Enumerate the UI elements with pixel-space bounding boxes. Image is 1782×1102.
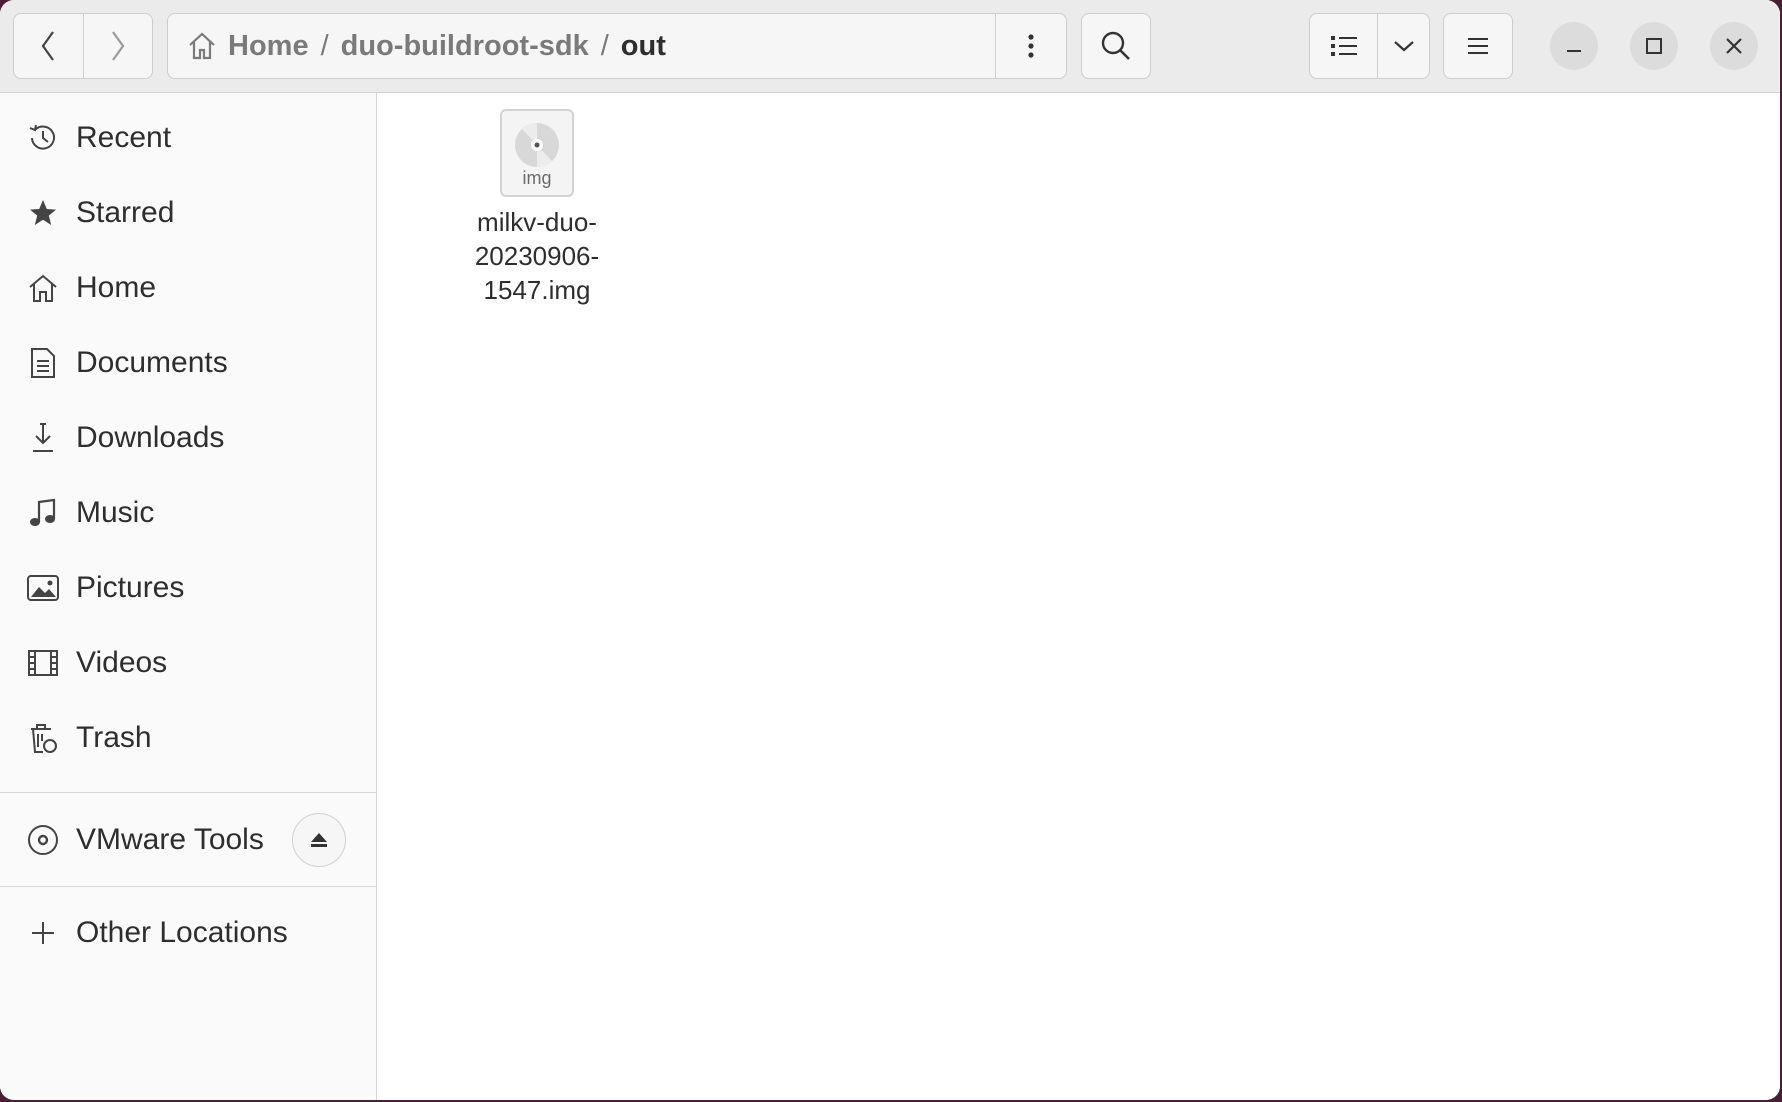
file-name: milkv-duo- 20230906- 1547.img — [457, 205, 617, 307]
minimize-button[interactable] — [1550, 22, 1598, 70]
search-icon — [1101, 31, 1130, 60]
view-mode-buttons — [1309, 13, 1430, 79]
main-menu-button[interactable] — [1443, 13, 1513, 79]
breadcrumb-duo-buildroot-sdk[interactable]: duo-buildroot-sdk — [333, 14, 597, 78]
forward-button[interactable] — [82, 14, 153, 78]
film-icon — [26, 646, 60, 680]
eject-icon — [311, 833, 327, 847]
clock-icon — [26, 121, 60, 155]
eject-button[interactable] — [292, 813, 346, 867]
navigation-buttons — [13, 13, 153, 79]
sidebar-item-label: VMware Tools — [76, 823, 264, 856]
view-options-dropdown[interactable] — [1377, 14, 1429, 78]
sidebar-item-label: Videos — [76, 646, 168, 679]
sidebar-item-recent[interactable]: Recent — [0, 108, 376, 168]
sidebar-item-documents[interactable]: Documents — [0, 333, 376, 393]
file-view: img milkv-duo- 20230906- 1547.img — [377, 93, 1780, 1100]
sidebar-item-label: Other Locations — [76, 916, 288, 949]
sidebar-item-label: Starred — [76, 196, 175, 229]
maximize-button[interactable] — [1630, 22, 1678, 70]
back-button[interactable] — [14, 14, 83, 78]
sidebar-item-other-locations[interactable]: Other Locations — [0, 903, 376, 963]
breadcrumb-home-label: Home — [228, 29, 309, 62]
sidebar-divider — [0, 886, 376, 887]
path-bar: Home / duo-buildroot-sdk / out — [167, 13, 1067, 79]
chevron-down-icon — [1393, 41, 1414, 52]
home-icon — [189, 32, 215, 60]
sidebar-item-home[interactable]: Home — [0, 258, 376, 318]
list-view-button[interactable] — [1310, 14, 1377, 78]
minimize-icon — [1567, 50, 1581, 52]
music-icon — [26, 496, 60, 530]
sidebar-item-starred[interactable]: Starred — [0, 183, 376, 243]
breadcrumb-separator: / — [600, 29, 609, 62]
close-button[interactable] — [1710, 22, 1758, 70]
header-bar: Home / duo-buildroot-sdk / out — [0, 0, 1780, 93]
sidebar-item-pictures[interactable]: Pictures — [0, 558, 376, 618]
chevron-right-icon — [111, 31, 125, 61]
sidebar-item-downloads[interactable]: Downloads — [0, 408, 376, 468]
trash-icon — [26, 721, 60, 755]
sidebar-item-label: Recent — [76, 121, 172, 154]
file-name-line: milkv-duo- — [477, 207, 597, 237]
breadcrumb-home[interactable]: Home — [168, 14, 317, 78]
close-icon — [1726, 38, 1742, 54]
sidebar-item-label: Trash — [76, 721, 152, 754]
sidebar-item-label: Music — [76, 496, 155, 529]
sidebar-item-videos[interactable]: Videos — [0, 633, 376, 693]
sidebar-item-label: Downloads — [76, 421, 225, 454]
plus-icon — [26, 916, 60, 950]
download-icon — [26, 421, 60, 455]
sidebar-item-music[interactable]: Music — [0, 483, 376, 543]
home-icon — [26, 271, 60, 305]
sidebar-item-label: Documents — [76, 346, 228, 379]
path-menu-button[interactable] — [995, 14, 1066, 78]
disc-image-icon: img — [500, 109, 574, 197]
sidebar-item-label: Home — [76, 271, 157, 304]
hamburger-menu-icon — [1468, 38, 1488, 54]
search-button[interactable] — [1081, 13, 1151, 79]
breadcrumb-label: duo-buildroot-sdk — [340, 29, 589, 62]
sidebar-item-trash[interactable]: Trash — [0, 708, 376, 768]
chevron-left-icon — [41, 31, 55, 61]
disc-icon — [26, 823, 60, 857]
sidebar-item-vmware-tools[interactable]: VMware Tools — [0, 810, 280, 870]
breadcrumb-separator: / — [320, 29, 329, 62]
document-icon — [26, 346, 60, 380]
sidebar-item-label: Pictures — [76, 571, 185, 604]
file-name-line: 20230906- — [474, 241, 600, 271]
file-type-label: img — [522, 168, 552, 188]
sidebar: Recent Starred Home Documents Downloads — [0, 93, 377, 1100]
star-icon — [26, 196, 60, 230]
picture-icon — [26, 571, 60, 605]
breadcrumb-out[interactable]: out — [613, 14, 674, 78]
vertical-dots-icon — [1028, 34, 1034, 58]
sidebar-divider — [0, 792, 376, 793]
list-view-icon — [1330, 36, 1357, 56]
maximize-icon — [1646, 38, 1662, 54]
file-item[interactable]: img milkv-duo- 20230906- 1547.img — [457, 109, 617, 307]
file-manager-window: Home / duo-buildroot-sdk / out Recent St… — [0, 0, 1780, 1100]
file-name-line: 1547.img — [483, 275, 591, 305]
breadcrumb-label: out — [620, 29, 666, 62]
